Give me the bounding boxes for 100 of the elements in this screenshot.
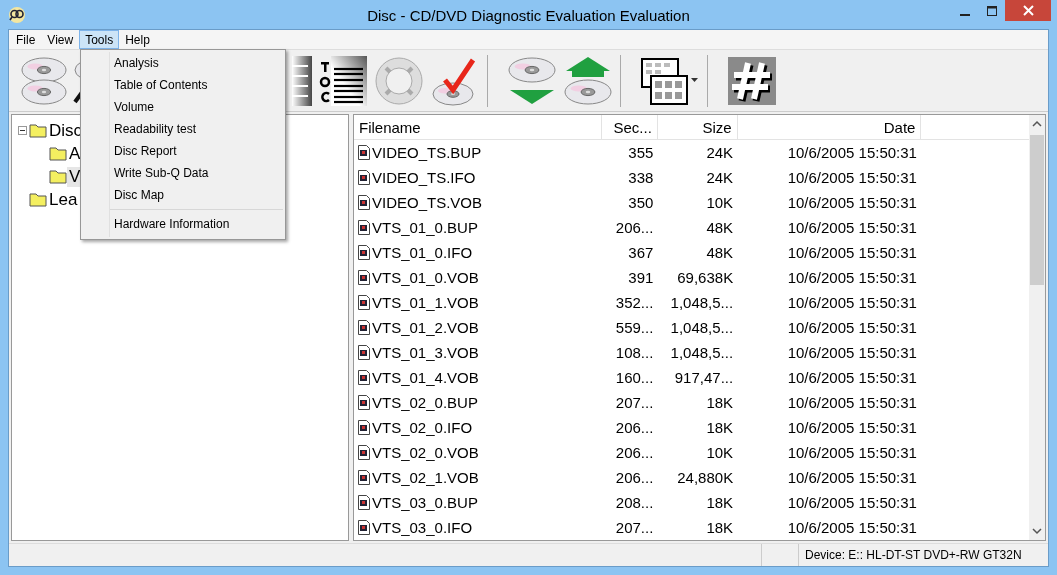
bars-icon (292, 55, 312, 106)
file-icon (358, 245, 370, 260)
tree-item[interactable]: A (67, 143, 83, 164)
table-cell-text: 10/6/2005 15:50:31 (786, 168, 918, 188)
table-cell-text: 48K (705, 218, 735, 238)
table-cell-text: 391 (627, 268, 655, 288)
toolbar-button[interactable] (292, 55, 312, 106)
table-cell-text: 352... (614, 293, 655, 313)
menu-option[interactable]: Write Sub-Q Data (81, 162, 285, 184)
table-cell-text: 206... (614, 218, 655, 238)
file-name: VTS_01_4.VOB (372, 369, 479, 386)
close-icon (1022, 5, 1034, 16)
table-cell-text: 206... (614, 443, 655, 463)
toc-icon (319, 55, 367, 106)
table-cell-text: 18K (705, 493, 735, 513)
file-icon (358, 220, 370, 235)
menu-option[interactable]: Volume (81, 96, 285, 118)
file-icon (358, 170, 370, 185)
file-icon (358, 295, 370, 310)
device-status: Device: E:: HL-DT-ST DVD+-RW GT32N (805, 548, 1022, 562)
table-cell-text: 48K (705, 243, 735, 263)
file-name: VTS_02_0.IFO (372, 419, 473, 436)
hash-icon (728, 56, 776, 105)
scroll-thumb[interactable] (1030, 135, 1044, 285)
file-name: VTS_03_0.IFO (372, 519, 473, 536)
table-cell-text: 1,048,5... (669, 343, 735, 363)
menu-item[interactable]: Tools (79, 30, 120, 49)
table-cell-text: 338 (627, 168, 655, 188)
file-icon (358, 495, 370, 510)
file-icon (358, 420, 370, 435)
scrollbar[interactable] (1029, 115, 1045, 540)
table-cell-text: 10K (705, 443, 735, 463)
folder-icon (49, 146, 67, 161)
life-ring-icon (375, 56, 423, 105)
file-name: VTS_01_3.VOB (372, 344, 479, 361)
table-cell-text: 1,048,5... (669, 318, 735, 338)
table-cell-text: 206... (614, 418, 655, 438)
file-icon (358, 270, 370, 285)
menu-option[interactable]: Table of Contents (81, 74, 285, 96)
table-cell-text: 10/6/2005 15:50:31 (786, 293, 918, 313)
app-icon (8, 5, 26, 24)
table-cell-text: 367 (627, 243, 655, 263)
minimize-icon (959, 13, 970, 16)
folder-icon (49, 169, 67, 184)
column-header[interactable]: Size (657, 115, 738, 140)
toolbar-button[interactable] (728, 56, 776, 105)
column-header[interactable]: Sec... (601, 115, 658, 140)
table-cell-text: 10/6/2005 15:50:31 (786, 218, 918, 238)
table-cell-text: 10K (705, 193, 735, 213)
table-cell-text: 18K (705, 418, 735, 438)
menu-option[interactable]: Disc Map (81, 184, 285, 206)
folder-icon (29, 192, 47, 207)
file-icon (358, 345, 370, 360)
table-cell-text: 18K (705, 518, 735, 538)
close-button[interactable] (1005, 0, 1051, 21)
table-cell-text: 10/6/2005 15:50:31 (786, 443, 918, 463)
file-icon (358, 320, 370, 335)
table-cell-text: 10/6/2005 15:50:31 (786, 368, 918, 388)
table-cell-text: 10/6/2005 15:50:31 (786, 343, 918, 363)
folder-icon (29, 123, 47, 138)
file-icon (358, 395, 370, 410)
table-cell-text: 1,048,5... (669, 293, 735, 313)
table-cell-text: 10/6/2005 15:50:31 (786, 318, 918, 338)
column-header[interactable]: Filename (354, 115, 602, 140)
maximize-icon (986, 5, 997, 16)
table-cell: 10/6/2005 15:50:31 (737, 139, 921, 165)
file-icon (358, 470, 370, 485)
table-cell-text: 10/6/2005 15:50:31 (786, 518, 918, 538)
menu-option[interactable]: Disc Report (81, 140, 285, 162)
menu-item[interactable]: View (41, 30, 80, 49)
file-icon (358, 195, 370, 210)
collapse-icon[interactable] (18, 126, 27, 135)
grid-view-icon (641, 55, 699, 106)
menu-item[interactable]: File (10, 30, 42, 49)
view-dropdown-button[interactable] (641, 55, 699, 106)
file-icon (358, 145, 370, 160)
file-icon (358, 520, 370, 535)
disc-up-icon (564, 55, 612, 106)
file-name: VTS_01_0.IFO (372, 244, 473, 261)
table-cell-text: 10/6/2005 15:50:31 (786, 268, 918, 288)
menu-option[interactable]: Analysis (81, 52, 285, 74)
table-cell-text: 917,47... (673, 368, 735, 388)
file-name: VTS_01_2.VOB (372, 319, 479, 336)
column-header[interactable]: Date (737, 115, 921, 140)
table-cell-text: 160... (614, 368, 655, 388)
file-name: VTS_02_0.BUP (372, 394, 478, 411)
toolbar-button[interactable] (319, 55, 367, 106)
table-cell-text: 10/6/2005 15:50:31 (786, 468, 918, 488)
table-cell-text: 207... (614, 518, 655, 538)
disc-stack-icon (19, 54, 69, 107)
tree-item[interactable]: Lea (47, 189, 80, 210)
menu-item[interactable]: Help (119, 30, 156, 49)
file-name: VTS_01_0.VOB (372, 269, 479, 286)
file-name: VIDEO_TS.IFO (372, 169, 476, 186)
table-cell-text: 206... (614, 468, 655, 488)
table-cell-text: 10/6/2005 15:50:31 (786, 193, 918, 213)
table-cell-text: 108... (614, 343, 655, 363)
window-title: Disc - CD/DVD Diagnostic Evaluation Evaluation (367, 7, 690, 24)
menu-option[interactable]: Hardware Information (81, 213, 285, 235)
disc-down-icon (508, 55, 556, 106)
